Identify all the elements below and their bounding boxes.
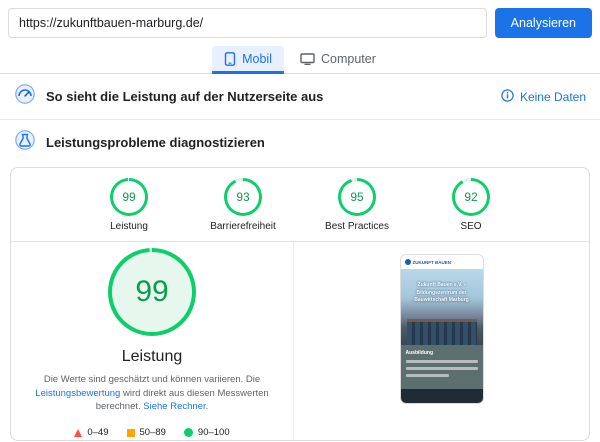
score-label: Barrierefreiheit xyxy=(204,221,282,232)
score-value: 95 xyxy=(350,190,363,204)
field-data-title: So sieht die Leistung auf der Nutzerseit… xyxy=(46,89,323,104)
screenshot-panel: zukunft bauen Zukunft Bauen e.V. - Bildu… xyxy=(293,242,589,440)
description-text-1: Die Werte sind geschätzt und können vari… xyxy=(44,374,260,385)
info-icon xyxy=(501,89,514,105)
score-description: Die Werte sind geschätzt und können vari… xyxy=(26,373,278,414)
tab-computer-label: Computer xyxy=(321,52,376,66)
score-value: 92 xyxy=(464,190,477,204)
device-tabs: Mobil Computer xyxy=(0,44,600,74)
url-input[interactable] xyxy=(8,8,487,38)
legend-range: 0–49 xyxy=(87,427,108,438)
diagnose-title: Leistungsprobleme diagnostizieren xyxy=(46,135,265,150)
score-performance[interactable]: 99 Leistung xyxy=(90,178,168,232)
average-square-icon xyxy=(127,429,135,437)
tab-mobile[interactable]: Mobil xyxy=(212,46,284,74)
performance-detail-area: 99 Leistung Die Werte sind geschätzt und… xyxy=(11,242,589,440)
placeholder-line xyxy=(406,367,478,370)
score-label: SEO xyxy=(432,221,510,232)
site-logo-icon xyxy=(405,259,411,265)
screenshot-content-section: Ausbildung xyxy=(401,345,483,389)
legend-range: 90–100 xyxy=(198,427,230,438)
score-gauge: 92 xyxy=(452,178,490,216)
pagespeed-insights-app: Analysieren Mobil Computer So sieht die … xyxy=(0,0,600,442)
score-value: 99 xyxy=(122,190,135,204)
phone-icon xyxy=(224,52,236,66)
score-best-practices[interactable]: 95 Best Practices xyxy=(318,178,396,232)
building-image xyxy=(407,319,477,345)
diagnose-section: Leistungsprobleme diagnostizieren xyxy=(0,120,600,165)
score-label: Leistung xyxy=(90,221,168,232)
tab-computer[interactable]: Computer xyxy=(288,46,388,74)
legend-range: 50–89 xyxy=(140,427,166,438)
legend-item-fail: 0–49 xyxy=(74,427,108,438)
monitor-icon xyxy=(300,53,315,66)
speedometer-icon xyxy=(14,83,36,110)
fail-triangle-icon xyxy=(74,429,82,437)
page-screenshot-thumbnail[interactable]: zukunft bauen Zukunft Bauen e.V. - Bildu… xyxy=(400,254,484,404)
score-legend: 0–49 50–89 90–100 xyxy=(74,427,229,438)
tab-mobile-label: Mobil xyxy=(242,52,272,66)
placeholder-line xyxy=(406,374,449,377)
performance-scoring-link[interactable]: Leistungsbewertung xyxy=(35,388,120,399)
field-data-section: So sieht die Leistung auf der Nutzerseit… xyxy=(0,74,600,120)
screenshot-hero-title: Zukunft Bauen e.V. - Bildungszentrum der… xyxy=(401,282,483,305)
screenshot-footer xyxy=(401,389,483,403)
no-data-link[interactable]: Keine Daten xyxy=(501,89,586,105)
placeholder-line xyxy=(406,360,478,363)
screenshot-section-label: Ausbildung xyxy=(406,350,478,356)
main-performance-gauge: 99 xyxy=(108,248,196,336)
score-accessibility[interactable]: 93 Barrierefreiheit xyxy=(204,178,282,232)
screenshot-hero-image: Zukunft Bauen e.V. - Bildungszentrum der… xyxy=(401,269,483,345)
no-data-label: Keine Daten xyxy=(520,90,586,104)
analyze-button[interactable]: Analysieren xyxy=(495,8,592,38)
score-gauge: 93 xyxy=(224,178,262,216)
legend-item-pass: 90–100 xyxy=(184,427,230,438)
legend-item-average: 50–89 xyxy=(127,427,166,438)
calculator-link[interactable]: Siehe Rechner. xyxy=(143,401,208,412)
url-bar: Analysieren xyxy=(0,0,600,44)
score-seo[interactable]: 92 SEO xyxy=(432,178,510,232)
diagnostics-icon xyxy=(14,129,36,156)
score-gauge: 99 xyxy=(110,178,148,216)
site-logo-text: zukunft bauen xyxy=(413,260,452,265)
performance-summary: 99 Leistung Die Werte sind geschätzt und… xyxy=(11,242,293,440)
pass-circle-icon xyxy=(184,428,193,437)
score-gauge: 95 xyxy=(338,178,376,216)
report-card: 99 Leistung 93 Barrierefreiheit 95 Best … xyxy=(10,167,590,441)
category-scores-row: 99 Leistung 93 Barrierefreiheit 95 Best … xyxy=(11,168,589,242)
score-label: Best Practices xyxy=(318,221,396,232)
score-value: 93 xyxy=(236,190,249,204)
screenshot-site-header: zukunft bauen xyxy=(401,255,483,269)
main-gauge-value: 99 xyxy=(135,275,168,309)
performance-heading: Leistung xyxy=(122,348,183,366)
